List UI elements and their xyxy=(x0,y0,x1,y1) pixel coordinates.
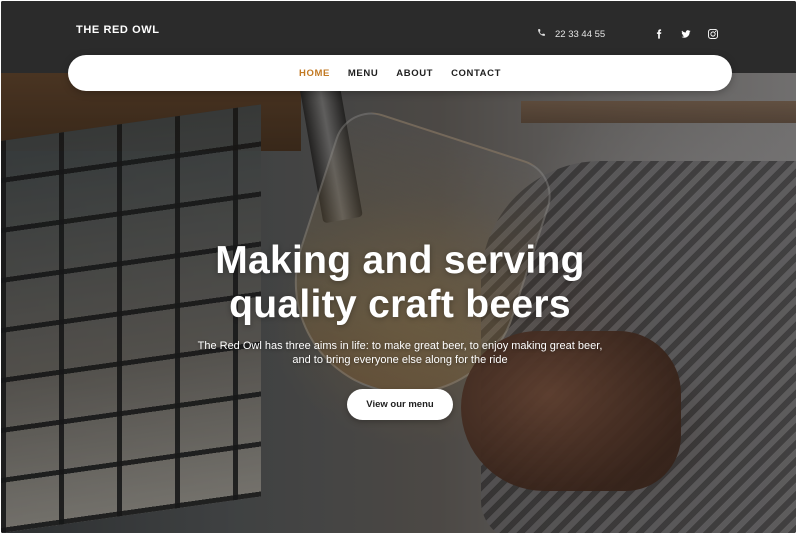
hero-headline: Making and serving quality craft beers xyxy=(121,239,679,327)
main-nav: HOME MENU ABOUT CONTACT xyxy=(68,55,732,91)
facebook-icon[interactable] xyxy=(653,27,665,41)
nav-item-contact[interactable]: CONTACT xyxy=(451,64,501,83)
view-menu-button[interactable]: View our menu xyxy=(347,389,453,420)
hero-subtext: The Red Owl has three aims in life: to m… xyxy=(197,340,603,366)
hero-headline-line2: quality craft beers xyxy=(229,283,571,326)
instagram-icon[interactable] xyxy=(707,27,719,41)
page-frame: THE RED OWL 22 33 44 55 HOME MENU ABOUT … xyxy=(1,1,796,533)
phone-icon xyxy=(537,28,546,40)
nav-item-menu[interactable]: MENU xyxy=(348,64,378,83)
hero-headline-line1: Making and serving xyxy=(215,239,585,282)
nav-item-about[interactable]: ABOUT xyxy=(396,64,433,83)
brand-logo[interactable]: THE RED OWL xyxy=(76,24,160,36)
social-links xyxy=(653,26,719,42)
phone-number: 22 33 44 55 xyxy=(555,28,606,40)
phone-contact[interactable]: 22 33 44 55 xyxy=(537,27,605,41)
twitter-icon[interactable] xyxy=(680,27,692,41)
nav-item-home[interactable]: HOME xyxy=(299,64,330,83)
